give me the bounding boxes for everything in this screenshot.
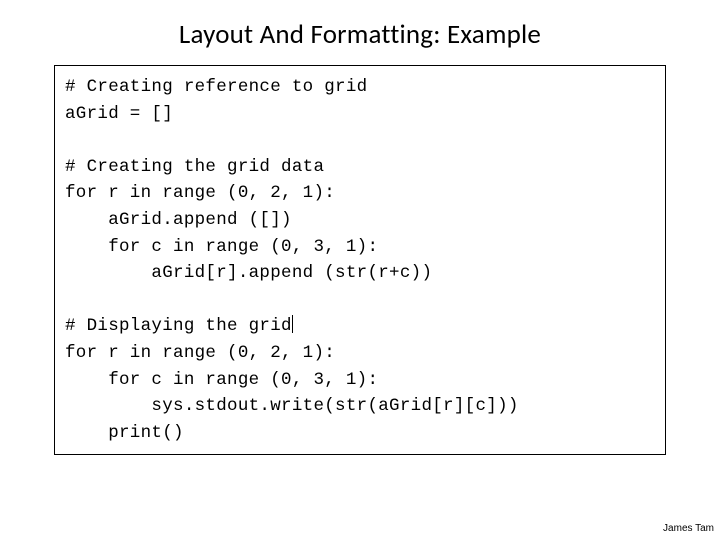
slide: Layout And Formatting: Example # Creatin… (0, 0, 720, 540)
author-footer: James Tam (663, 523, 714, 534)
text-caret (292, 315, 293, 333)
code-box: # Creating reference to grid aGrid = [] … (54, 65, 666, 455)
code-block: # Creating reference to grid aGrid = [] … (65, 74, 655, 446)
slide-title: Layout And Formatting: Example (40, 18, 680, 51)
